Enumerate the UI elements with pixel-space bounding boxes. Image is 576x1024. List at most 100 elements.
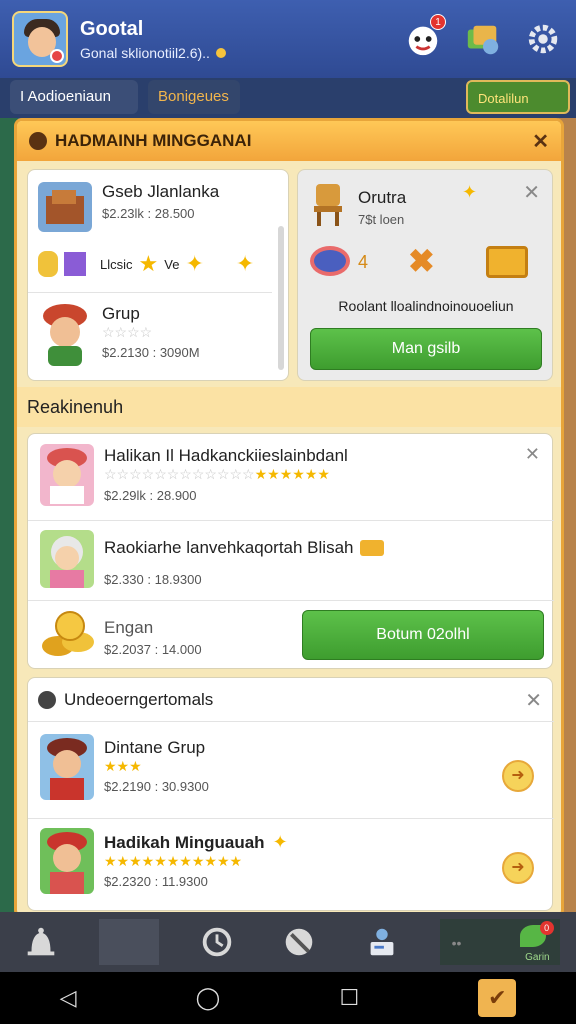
featured-item-1[interactable]: Gseb Jlanlanka $2.23lk : 28.500 [102,182,219,221]
close-icon[interactable]: ✕ [523,180,540,205]
clock-icon[interactable] [192,917,242,967]
offer-button[interactable]: Man gsilb [310,328,542,370]
cross-icon: ✖ [408,243,435,279]
star-icon: ✦ [185,251,204,276]
item-price: $2.2190 : 30.9300 [104,779,209,794]
item-title-row: Hadikah Minguauah ✦ [104,832,288,853]
back-icon[interactable]: ◁ [60,985,77,1011]
tab-row: I Aodioeniaun Bonigeues Dotalilun [0,78,576,118]
app-subtitle: Gonal sklionotiil2.6).. [80,45,402,61]
section2-title: Undeoerngertomals [64,690,214,709]
section2-header: Undeoerngertomals ✕ [28,678,554,722]
notification-badge: 1 [430,14,446,30]
android-nav-bar: ◁ ◯ ☐ ✔ [0,972,576,1024]
item-title: Halikan Il Hadkanckiieslainbdanl [104,446,348,465]
avatar[interactable] [12,11,68,67]
scrollbar[interactable] [278,226,284,370]
character-icon [40,530,94,588]
item-price: $2.2130 : 3090M [102,345,200,360]
pen-icon[interactable] [274,917,324,967]
main-panel: HADMAINH MINGGANAI ✕ Gseb Jlanlanka $2.2… [14,118,564,918]
play-button[interactable]: ➜ [502,852,534,884]
close-icon[interactable]: ✕ [525,688,542,713]
item-title: Dintane Grup [104,738,206,757]
item-title: Grup [102,304,140,323]
coin-icon [38,251,58,277]
active-label: Garin [525,952,550,963]
top-icons: 1 [402,14,564,60]
dock-tab-active[interactable]: •• 0 Garin [439,919,560,965]
panel-header: HADMAINH MINGGANAI ✕ [17,121,561,161]
app-title: Gootal [80,17,144,40]
crate-icon [38,182,92,232]
gear-icon[interactable] [522,18,564,60]
chest-icon [486,246,528,278]
play-button[interactable]: ➜ [502,760,534,792]
heart-icon [29,132,47,150]
character-icon [40,734,94,800]
item-title: Engan [104,618,154,637]
star-icon: ✦ [235,251,255,276]
money-icon[interactable] [462,18,504,60]
row-label-2: Ve [164,256,180,272]
close-icon[interactable]: ✕ [532,129,549,154]
offer-title: Orutra [358,188,407,207]
subtitle-text: Gonal sklionotiil2.6).. [80,44,210,61]
heart-icon [38,691,56,709]
character-icon [40,444,94,506]
item-title: Gseb Jlanlanka [102,182,220,201]
bell-icon[interactable] [16,917,66,967]
featured-item-2[interactable]: Grup ☆☆☆☆ $2.2130 : 3090M [102,304,200,360]
list-item[interactable]: Hadikah Minguauah ✦ ★★★★★★★★★★★ $2.2320 … [104,832,288,889]
bottom-dock: •• 0 Garin [0,912,576,972]
star-icon: ★ [138,251,159,276]
character-icon [40,828,94,894]
ticket-icon [359,540,384,556]
item-title: Hadikah Minguauah [104,832,265,852]
cube-icon [64,252,86,276]
list-item[interactable]: Engan $2.2037 : 14.000 [104,618,202,657]
section-header: Reakinenuh [17,387,561,427]
rating-stars: ☆☆☆☆☆☆☆☆☆☆☆☆★★★★★★ [104,466,330,482]
section1-button[interactable]: Botum 02olhl [302,610,544,660]
active-badge: 0 [539,921,554,935]
list-item[interactable]: Raokiarhe lanvehkaqortah Blisah $2.330 :… [104,538,384,587]
sparkle-icon: ✦ [462,182,478,202]
row-label-1: Llcsic [100,256,133,272]
ring-icon [310,246,350,276]
featured-row: Llcsic ★ Ve ✦ ✦ [38,244,268,284]
dots-icon: •• [451,935,462,951]
rating-stars: ★★★★★★★★★★★ [104,853,243,869]
item-title: Raokiarhe lanvehkaqortah Blisah [104,538,354,557]
offer-icons: 4 ✖ [310,242,542,286]
section-title: Reakinenuh [27,397,124,417]
character-icon [38,302,92,368]
top-bar: Gootal Gonal sklionotiil2.6).. 1 [0,0,576,78]
offer-count: 4 [358,252,369,272]
item-price: $2.330 : 18.9300 [104,572,202,587]
recents-icon[interactable]: ☐ [339,985,359,1011]
list-item[interactable]: Dintane Grup ★★★ $2.2190 : 30.9300 [104,738,209,794]
chair-icon [310,180,346,228]
panel-title: HADMAINH MINGGANAI [55,131,252,150]
dock-tab-blank[interactable] [98,919,159,965]
tab-audience[interactable]: I Aodioeniaun [10,80,138,114]
id-card-icon[interactable] [357,917,407,967]
featured-card: Gseb Jlanlanka $2.23lk : 28.500 Llcsic ★… [27,169,289,381]
home-icon[interactable]: ◯ [196,985,221,1011]
item-price: $2.2037 : 14.000 [104,642,202,657]
offer-sub: 7$t loen [358,212,405,227]
rating-stars: ★★★ [104,758,142,774]
coins-icon [40,608,96,660]
tab-detail[interactable]: Dotalilun [466,80,570,114]
item-price: $2.29lk : 28.900 [104,488,197,503]
close-icon[interactable]: ✕ [525,444,540,465]
tab-bonuses[interactable]: Bonigeues [148,80,240,114]
section2-card: Undeoerngertomals ✕ Dintane Grup ★★★ $2.… [27,677,554,911]
section1-card: Halikan Il Hadkanckiieslainbdanl ☆☆☆☆☆☆☆… [27,433,554,669]
item-title-row: Raokiarhe lanvehkaqortah Blisah [104,538,384,558]
mascot-icon[interactable]: 1 [402,14,446,60]
sparkle-icon: ✦ [272,832,288,852]
checklist-icon[interactable]: ✔ [478,979,517,1017]
list-item[interactable]: Halikan Il Hadkanckiieslainbdanl ☆☆☆☆☆☆☆… [104,446,348,503]
